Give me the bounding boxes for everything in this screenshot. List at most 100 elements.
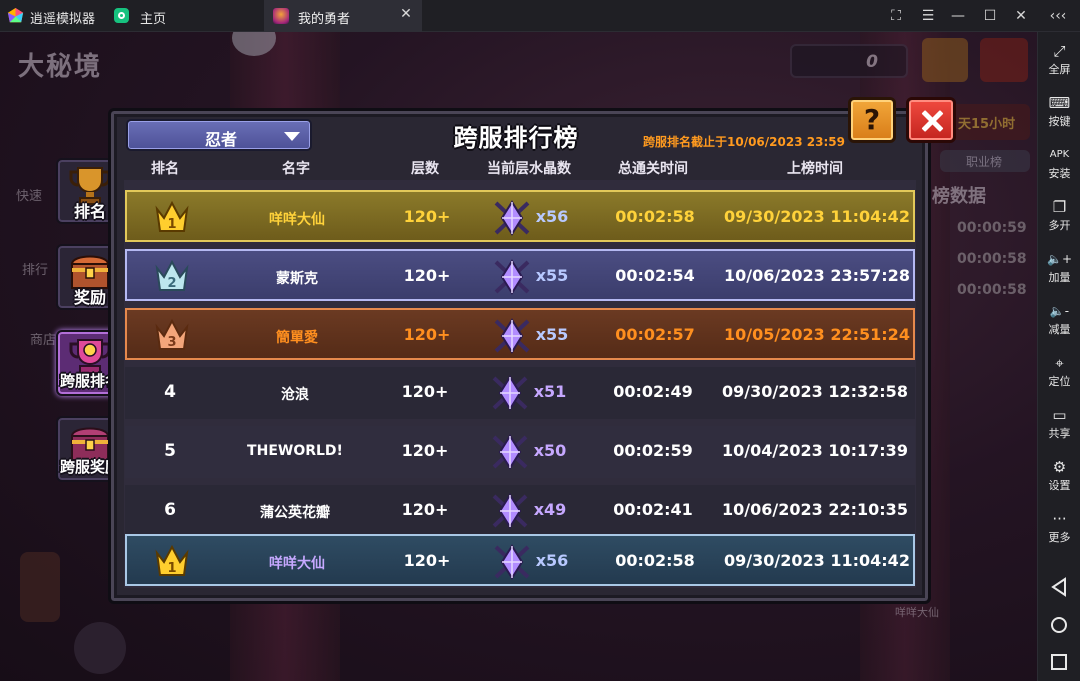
listed-time: 10/06/2023 23:57:28 bbox=[724, 266, 910, 285]
rank-number: 5 bbox=[164, 441, 176, 461]
volume-down-icon: 🔈- bbox=[1049, 304, 1070, 318]
listed-time: 10/06/2023 22:10:35 bbox=[722, 500, 908, 519]
crystal-icon bbox=[492, 375, 528, 411]
sidebar-item-more[interactable]: ··· 更多 bbox=[1038, 504, 1080, 554]
table-row[interactable]: 2 蒙斯克 120+ x55 00:02:54 10/06/2023 23:57… bbox=[125, 249, 915, 301]
crystal-count: x50 bbox=[533, 441, 567, 460]
tab-home[interactable]: 主页 bbox=[108, 0, 258, 32]
panel-title: 跨服排行榜 bbox=[453, 124, 579, 152]
memu-logo-icon bbox=[7, 7, 24, 23]
close-window-button[interactable]: ✕ bbox=[1009, 5, 1033, 27]
crystal-icon bbox=[492, 493, 528, 529]
volume-up-icon: 🔈+ bbox=[1047, 252, 1072, 266]
bronze-crown-icon: 3 bbox=[155, 318, 189, 350]
total-time: 00:02:58 bbox=[615, 551, 695, 570]
menu-icon[interactable]: ☰ bbox=[916, 5, 940, 27]
sidebar-item-label: 安装 bbox=[1048, 167, 1071, 180]
bg-close-button bbox=[980, 38, 1028, 82]
floors-value: 120+ bbox=[401, 382, 449, 401]
emulator-titlebar: 逍遥模拟器 主页 我的勇者 ✕ ⛶ ☰ — ☐ ✕ ‹‹‹ bbox=[0, 0, 1080, 32]
table-row[interactable]: 5 THEWORLD! 120+ x50 00:02:59 10/04/2023… bbox=[125, 426, 915, 478]
floors-value: 120+ bbox=[401, 500, 449, 519]
ranking-cutoff-text: 跨服排名截止于10/06/2023 23:59 bbox=[643, 135, 845, 149]
listed-time: 10/05/2023 22:51:24 bbox=[724, 325, 910, 344]
sidebar-item-keymap[interactable]: ⌨ 按键 bbox=[1038, 88, 1080, 138]
floors-value: 120+ bbox=[401, 441, 449, 460]
season-timer: 天15小时 bbox=[958, 117, 1016, 132]
maximize-button[interactable]: ☐ bbox=[978, 5, 1002, 27]
listed-time: 10/04/2023 10:17:39 bbox=[722, 441, 908, 460]
listed-time: 09/30/2023 12:32:58 bbox=[722, 382, 908, 401]
table-row[interactable]: 4 沧浪 120+ x51 00:02:49 09/30/2023 12:32:… bbox=[125, 367, 915, 419]
listed-time: 09/30/2023 11:04:42 bbox=[724, 207, 910, 226]
screenshot-mode-icon[interactable]: ⛶ bbox=[884, 5, 908, 27]
total-time: 00:02:49 bbox=[613, 382, 693, 401]
crown-rank-number: 1 bbox=[167, 217, 176, 232]
sidebar-item-volume-up[interactable]: 🔈+ 加量 bbox=[1038, 244, 1080, 294]
rank-number: 6 bbox=[164, 500, 176, 520]
recents-nav-icon[interactable] bbox=[1048, 651, 1070, 673]
sidebar-item-label: 减量 bbox=[1048, 323, 1071, 336]
floors-value: 120+ bbox=[403, 266, 451, 285]
table-row[interactable]: 6 蒲公英花瓣 120+ x49 00:02:41 10/06/2023 22:… bbox=[125, 485, 915, 537]
floors-value: 120+ bbox=[403, 551, 451, 570]
sidebar-item-label: 多开 bbox=[1048, 219, 1071, 232]
crystal-count: x56 bbox=[535, 551, 569, 570]
floors-value: 120+ bbox=[403, 325, 451, 344]
close-panel-button[interactable] bbox=[906, 97, 956, 143]
minimize-button[interactable]: — bbox=[946, 5, 970, 27]
player-name: 咩咩大仙 bbox=[269, 212, 325, 228]
chevron-down-icon bbox=[284, 132, 300, 141]
fullscreen-icon: ⤢ bbox=[1053, 42, 1066, 60]
sidebar-item-volume-down[interactable]: 🔈- 减量 bbox=[1038, 296, 1080, 346]
close-tab-icon[interactable]: ✕ bbox=[398, 6, 414, 24]
gold-crown-icon: 1 bbox=[155, 200, 189, 232]
table-row[interactable]: 1 咩咩大仙 120+ x56 00:02:58 09/30/2023 11:0… bbox=[125, 190, 915, 242]
crystal-icon bbox=[494, 200, 530, 236]
bg-side-label-rank: 排行 bbox=[22, 263, 49, 278]
home-nav-icon[interactable] bbox=[1048, 614, 1070, 636]
bg-panel-label: 榜数据 bbox=[932, 186, 986, 207]
emulator-window: { "titlebar": { "app_name": "逍遥模拟器", "ho… bbox=[0, 0, 1080, 681]
total-time: 00:02:41 bbox=[613, 500, 693, 519]
sidebar-item-label: 加量 bbox=[1048, 271, 1071, 284]
sidebar-item-fullscreen[interactable]: ⤢ 全屏 bbox=[1038, 36, 1080, 86]
sidebar-item-label: 更多 bbox=[1048, 531, 1071, 544]
tab-game[interactable]: 我的勇者 ✕ bbox=[264, 0, 422, 32]
app-name: 逍遥模拟器 bbox=[30, 12, 96, 27]
map-pin-icon[interactable] bbox=[74, 622, 126, 674]
rank-number: 4 bbox=[164, 382, 176, 402]
total-time: 00:02:54 bbox=[615, 266, 695, 285]
gold-crown-icon: 1 bbox=[155, 544, 189, 576]
sidebar-item-install[interactable]: APK 安装 bbox=[1038, 140, 1080, 190]
class-filter-dropdown[interactable]: 忍者 bbox=[126, 119, 312, 151]
sidebar-item-label: 设置 bbox=[1048, 479, 1071, 492]
bg-time-3: 00:00:58 bbox=[957, 282, 1027, 298]
bg-time-2: 00:00:58 bbox=[957, 251, 1027, 267]
player-name: 簡單愛 bbox=[276, 330, 318, 346]
sidebar-item-multi[interactable]: ❐ 多开 bbox=[1038, 192, 1080, 242]
score-value: 0 bbox=[866, 52, 878, 72]
sidebar-item-settings[interactable]: ⚙ 设置 bbox=[1038, 452, 1080, 502]
sidebar-item-share[interactable]: ▭ 共享 bbox=[1038, 400, 1080, 450]
player-name: 沧浪 bbox=[281, 387, 309, 403]
sidebar-item-label: 按键 bbox=[1048, 115, 1071, 128]
player-name: THEWORLD! bbox=[247, 443, 343, 459]
table-row[interactable]: 3 簡單愛 120+ x55 00:02:57 10/05/2023 22:51… bbox=[125, 308, 915, 360]
keyboard-icon: ⌨ bbox=[1048, 94, 1071, 112]
crystal-count: x51 bbox=[533, 382, 567, 401]
dungeon-title: 大秘境 bbox=[18, 52, 103, 82]
my-rank-row[interactable]: 1 咩咩大仙 120+ x56 00:02:58 09/30/2023 11:0… bbox=[125, 534, 915, 586]
crystal-count: x55 bbox=[535, 266, 569, 285]
player-name: 咩咩大仙 bbox=[269, 556, 325, 572]
collapse-sidebar-icon[interactable]: ‹‹‹ bbox=[1046, 5, 1070, 27]
bg-tab-label: 职业榜 bbox=[966, 155, 1003, 169]
total-time: 00:02:57 bbox=[615, 325, 695, 344]
player-name: 蒙斯克 bbox=[276, 271, 318, 287]
game-tab-icon bbox=[273, 8, 289, 24]
help-button[interactable]: ? bbox=[848, 97, 896, 143]
sidebar-item-location[interactable]: ⌖ 定位 bbox=[1038, 348, 1080, 398]
bg-side-label-quick: 快速 bbox=[16, 189, 43, 204]
more-icon: ··· bbox=[1052, 510, 1067, 528]
back-nav-icon[interactable] bbox=[1048, 576, 1070, 598]
